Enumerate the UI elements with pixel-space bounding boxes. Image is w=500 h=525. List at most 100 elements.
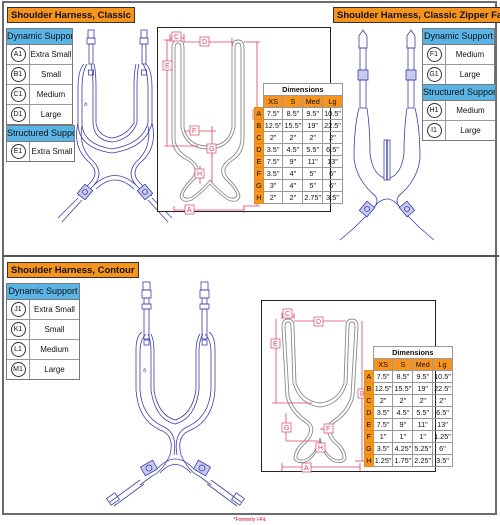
size-label: Medium (455, 50, 485, 59)
dimension-value: 2" (392, 394, 414, 407)
dimension-value: 7.5" (372, 418, 394, 431)
dimension-value: 2" (372, 394, 394, 407)
dimension-row: A 7.5" 8.5" 9.5" 10.5" (254, 107, 343, 120)
dimension-value: 2.75" (302, 191, 324, 204)
code-badge: E1 (10, 144, 26, 159)
code-badge: A1 (10, 47, 26, 62)
dimension-value: 4" (282, 167, 304, 180)
dimension-value: 9" (282, 155, 304, 168)
dimension-value: 4.5" (392, 406, 414, 419)
row-label: C (364, 394, 374, 407)
code-badge: K1 (10, 322, 26, 337)
dimension-row: D 3.5" 4.5" 5.5" 6.5" (254, 143, 343, 156)
footnote: *Formerly i-Fit. (233, 517, 267, 523)
dimension-value: 2" (262, 131, 284, 144)
support-row[interactable]: L1 Medium (7, 340, 79, 360)
dimension-row: C 2" 2" 2" 2" (254, 131, 343, 144)
contour-dynamic-support-table: Dynamic Support J1 Extra Small K1 Small L1… (6, 283, 80, 380)
dimension-value: 2" (302, 131, 324, 144)
col-header: S (282, 95, 304, 108)
classic-dimensions-table: Dimensions XS S Med Lg A 7.5" 8.5" 9.5" 10.5… (254, 83, 343, 204)
dimension-value: 19" (302, 119, 324, 132)
dimension-value: 15.5" (392, 382, 414, 395)
svg-text:ꝺ: ꝺ (143, 367, 147, 374)
dimension-value: 5.25" (412, 442, 434, 455)
col-header: Med (302, 95, 324, 108)
support-row[interactable]: M1 Large (7, 360, 79, 379)
size-label: Medium (40, 345, 69, 354)
dimension-row: B 12.5" 15.5" 19" 22.5" (254, 119, 343, 132)
dimension-row: G 3.5" 4.25" 5.25" 6" (364, 442, 453, 455)
row-label: H (254, 191, 264, 204)
dimension-value: 6.5" (432, 406, 453, 419)
dimension-value: 9" (392, 418, 414, 431)
dimension-value: 2" (262, 191, 284, 204)
dim-label-c: C (285, 311, 290, 318)
contour-dimensions-panel: C D E B F G H A Dimensions XS S Med Lg A… (261, 300, 453, 473)
code-badge: M1 (10, 362, 26, 377)
dimension-value: 6" (432, 442, 453, 455)
dim-label-h: H (197, 171, 202, 178)
dimension-value: 7.5" (372, 370, 394, 383)
dimension-row: A 7.5" 8.5" 9.5" 10.5" (364, 370, 453, 383)
dimension-value: 5" (302, 167, 324, 180)
size-label: Medium (456, 106, 485, 115)
dim-label-e: E (273, 341, 278, 348)
dimension-value: 5.5" (412, 406, 434, 419)
row-label: G (364, 442, 374, 455)
dimension-value: 3.5" (372, 442, 394, 455)
row-label: D (364, 406, 374, 419)
dimension-value: 7.5" (262, 155, 284, 168)
code-badge: D1 (10, 107, 26, 122)
dimension-row: F 3.5" 4" 5" 6" (254, 167, 343, 180)
dimension-value: 3.5" (262, 143, 284, 156)
dimension-value: 5.5" (302, 143, 324, 156)
row-label: H (364, 454, 374, 467)
dimension-value: 1" (392, 430, 414, 443)
code-badge: J1 (10, 302, 26, 317)
size-label: Large (44, 365, 65, 374)
dim-label-g: G (209, 146, 214, 153)
dimension-row: F 1" 1" 1" 1.25" (364, 430, 453, 443)
zipper-face-harness-illustration (339, 29, 435, 241)
size-label: Large (460, 126, 481, 135)
dimension-value: 4.5" (282, 143, 304, 156)
dim-label-d: D (316, 319, 321, 326)
size-label: Extra Small (34, 305, 75, 314)
row-label: F (254, 167, 264, 180)
dim-label-a: A (187, 207, 192, 214)
support-row[interactable]: J1 Extra Small (7, 300, 79, 320)
dimension-value: 2.25" (412, 454, 434, 467)
row-label: E (254, 155, 264, 168)
dimension-value: 3.5" (432, 454, 453, 467)
dimension-value: 13" (432, 418, 453, 431)
code-badge: C1 (10, 87, 26, 102)
support-row[interactable]: K1 Small (7, 320, 79, 340)
dim-label-f: F (192, 128, 196, 135)
classic-harness-illustration: ꝺ (57, 29, 173, 223)
dimension-row: E 7.5" 9" 11" 13" (364, 418, 453, 431)
dimension-value: 5" (302, 179, 324, 192)
dimension-value: 2" (412, 394, 434, 407)
harness-logo-mark: ꝺ (84, 101, 88, 108)
dimension-value: 2" (282, 131, 304, 144)
dimension-value: 3" (262, 179, 284, 192)
row-label: F (364, 430, 374, 443)
code-badge: L1 (10, 342, 26, 357)
row-label: A (254, 107, 264, 120)
size-label: Large (459, 70, 481, 79)
zipper-face-title: Shoulder Harness, Classic Zipper Face (333, 7, 500, 23)
dim-label-e: E (165, 63, 170, 70)
dimension-value: 11" (412, 418, 434, 431)
col-header: S (392, 358, 414, 371)
dimension-value: 8.5" (282, 107, 304, 120)
support-heading: Dynamic Support (7, 284, 79, 300)
row-label: B (254, 119, 264, 132)
col-header: XS (262, 95, 284, 108)
dimension-value: 1.25" (432, 430, 453, 443)
dimension-value: 1" (372, 430, 394, 443)
dimension-value: 1.25" (372, 454, 394, 467)
dimension-value: 10.5" (432, 370, 453, 383)
dimension-value: 3.5" (372, 406, 394, 419)
size-label: Small (44, 325, 65, 334)
